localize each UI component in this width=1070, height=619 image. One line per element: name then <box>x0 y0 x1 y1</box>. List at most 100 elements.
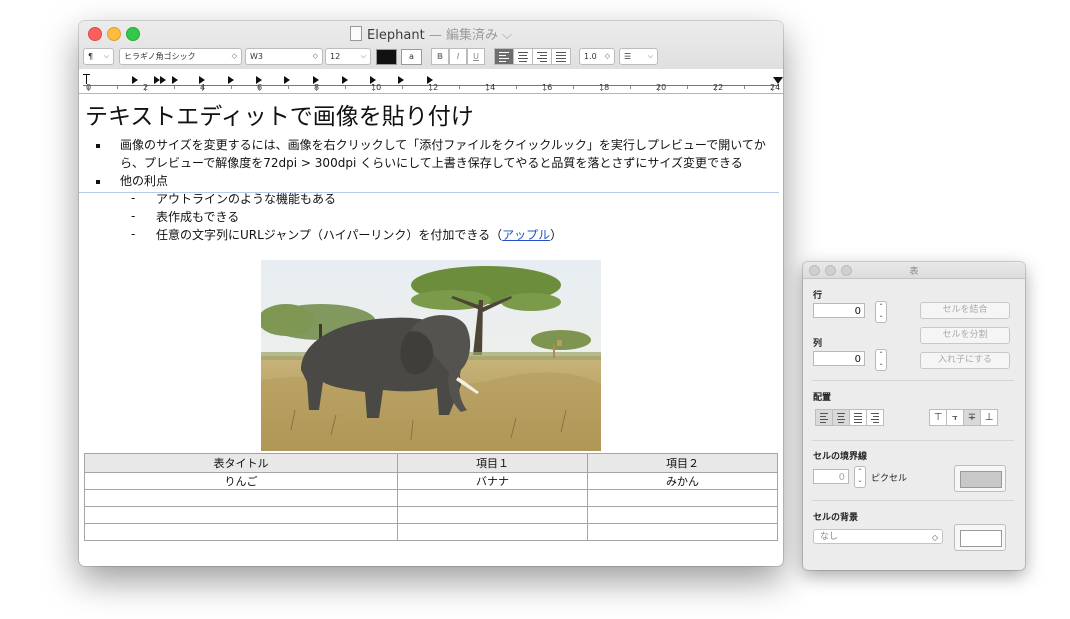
tab-stop-marker[interactable] <box>427 76 433 84</box>
ruler-tick <box>772 86 773 91</box>
sub-item-3-text: 任意の文字列にURLジャンプ（ハイパーリンク）を付加できる（ <box>156 228 503 242</box>
window-title[interactable]: Elephant — 編集済み ⌵ <box>79 24 783 43</box>
font-size-combo[interactable]: 12 ⌵ <box>325 48 371 65</box>
updown-icon: ◇ <box>312 52 318 60</box>
document-table[interactable]: 表タイトル 項目１ 項目２ りんご バナナ みかん <box>84 453 779 541</box>
document-body[interactable]: テキストエディットで画像を貼り付け 画像のサイズを変更するには、画像を右クリック… <box>79 94 783 566</box>
tab-stop-marker[interactable] <box>228 76 234 84</box>
underline-button[interactable]: U <box>467 48 485 65</box>
font-weight-popup[interactable]: W3 ◇ <box>245 48 323 65</box>
tab-stop-marker[interactable] <box>199 76 205 84</box>
tab-stop-marker[interactable] <box>398 76 404 84</box>
bullet-text-1-line2: ら、プレビューで解像度を72dpi > 300dpi くらいにして上書き保存して… <box>120 156 743 170</box>
align-center-button[interactable] <box>513 48 533 65</box>
line-spacing-popup[interactable]: 1.0 ◇ <box>579 48 615 65</box>
border-color-well[interactable] <box>954 465 1006 492</box>
updown-icon: ◇ <box>231 52 237 60</box>
ruler-tick <box>373 86 374 91</box>
tab-stop-marker[interactable] <box>284 76 290 84</box>
highlight-color-well[interactable]: a <box>401 49 422 65</box>
document-icon <box>350 26 363 41</box>
table-cell[interactable]: バナナ <box>396 472 588 490</box>
table-cell[interactable]: みかん <box>586 472 779 490</box>
background-color-swatch <box>960 530 1002 547</box>
tab-stop-marker[interactable] <box>370 76 376 84</box>
list-style-popup[interactable]: ☰ ⌵ <box>619 48 658 65</box>
elephant-image[interactable] <box>261 260 601 451</box>
text-color-well[interactable] <box>376 49 397 65</box>
table-row[interactable]: りんご バナナ みかん <box>84 472 779 490</box>
italic-button[interactable]: I <box>449 48 467 65</box>
background-color-well[interactable] <box>954 524 1006 551</box>
table-cell[interactable]: りんご <box>84 472 398 490</box>
underline-glyph: U <box>473 52 479 61</box>
table-cell[interactable] <box>84 489 398 507</box>
tab-stop-marker[interactable] <box>342 76 348 84</box>
valign-top-button[interactable]: ⊤ <box>929 409 947 426</box>
table-cell[interactable] <box>396 489 588 507</box>
ruler-tick <box>686 86 688 89</box>
tab-stop-marker[interactable] <box>172 76 178 84</box>
columns-field[interactable]: 0 <box>813 351 865 366</box>
valign-middle-button[interactable]: ⫟ <box>946 409 964 426</box>
align-justify-button[interactable] <box>551 48 571 65</box>
table-cell[interactable] <box>396 523 588 541</box>
rows-field[interactable]: 0 <box>813 303 865 318</box>
ruler-tick <box>316 86 317 91</box>
border-color-swatch <box>960 471 1002 488</box>
table-cell[interactable] <box>84 506 398 524</box>
columns-stepper[interactable]: ⌃ ⌄ <box>875 349 887 371</box>
cell-align-center-button[interactable] <box>832 409 850 426</box>
cell-align-justify-button[interactable] <box>849 409 867 426</box>
table-header-cell[interactable]: 表タイトル <box>84 453 398 473</box>
table-row[interactable] <box>84 506 779 524</box>
cell-align-right-button[interactable] <box>866 409 884 426</box>
valign-bottom-button[interactable]: ⊥ <box>980 409 998 426</box>
cell-background-value: なし <box>820 532 839 542</box>
panel-titlebar[interactable]: 表 <box>803 262 1025 279</box>
table-cell[interactable] <box>396 506 588 524</box>
table-cell[interactable] <box>586 506 779 524</box>
border-width-stepper[interactable]: ⌃ ⌄ <box>854 466 866 488</box>
merge-cells-button[interactable]: セルを結合 <box>920 302 1010 319</box>
right-margin-marker[interactable] <box>773 77 783 84</box>
table-row[interactable] <box>84 523 779 541</box>
valign-center-button[interactable]: ∓ <box>963 409 981 426</box>
ruler-tick <box>88 86 89 91</box>
table-cell[interactable] <box>586 489 779 507</box>
table-row[interactable] <box>84 489 779 507</box>
table-cell[interactable] <box>84 523 398 541</box>
font-weight-value: W3 <box>250 52 263 61</box>
nest-table-button[interactable]: 入れ子にする <box>920 352 1010 369</box>
cell-align-left-button[interactable] <box>815 409 833 426</box>
separator <box>812 440 1014 441</box>
elephant-photo-graphic <box>261 260 601 451</box>
table-panel: 表 行 0 ⌃ ⌄ 列 0 ⌃ ⌄ セルを結合 セルを分割 入れ子にする 配置 ⊤ … <box>803 262 1025 570</box>
rows-stepper[interactable]: ⌃ ⌄ <box>875 301 887 323</box>
border-width-field[interactable]: 0 <box>813 469 849 484</box>
edited-status: — 編集済み <box>428 28 498 43</box>
table-header-row[interactable]: 表タイトル 項目１ 項目２ <box>84 453 779 473</box>
ruler-tick <box>259 86 260 91</box>
font-family-popup[interactable]: ヒラギノ角ゴシック ◇ <box>119 48 242 65</box>
tab-stop-marker[interactable] <box>256 76 262 84</box>
split-cells-button[interactable]: セルを分割 <box>920 327 1010 344</box>
title-chevron-icon[interactable]: ⌵ <box>502 28 512 43</box>
ruler-tick <box>515 86 517 89</box>
tab-stop-marker[interactable] <box>160 76 166 84</box>
align-right-button[interactable] <box>532 48 552 65</box>
align-left-button[interactable] <box>494 48 514 65</box>
table-cell[interactable] <box>586 523 779 541</box>
tab-stop-marker[interactable] <box>132 76 138 84</box>
tab-stop-marker[interactable] <box>313 76 319 84</box>
bullet-marker <box>96 144 100 148</box>
cell-background-popup[interactable]: なし ◇ <box>813 529 943 544</box>
table-header-cell[interactable]: 項目２ <box>586 453 779 473</box>
ruler[interactable]: 024681012141618202224 <box>79 69 783 93</box>
paragraph-style-popup[interactable]: ¶ ⌵ <box>83 48 114 65</box>
columns-label: 列 <box>813 339 823 349</box>
separator <box>812 500 1014 501</box>
table-header-cell[interactable]: 項目１ <box>396 453 588 473</box>
bold-button[interactable]: B <box>431 48 449 65</box>
apple-link[interactable]: アップル <box>502 228 550 242</box>
